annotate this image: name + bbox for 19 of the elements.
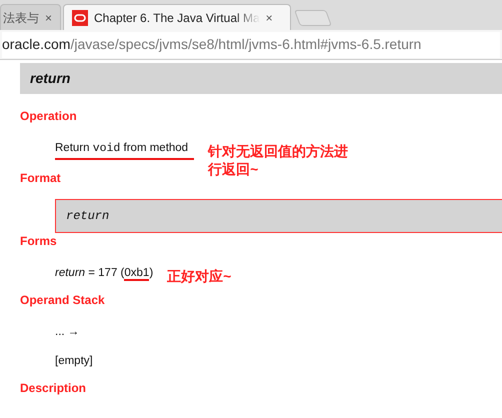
close-icon[interactable]: × (266, 8, 273, 26)
section-heading: Forms (20, 234, 58, 248)
browser-tab[interactable]: Chapter 6. The Java Virtual Ma × (63, 4, 292, 30)
annotation-note: 正好对应~ (167, 268, 232, 286)
body-text: return = 177 (0xb1) (55, 266, 154, 282)
section-heading: Description (20, 381, 88, 395)
body-text: Return void from method (55, 141, 194, 160)
body-text: ... → (55, 325, 80, 340)
address-field[interactable]: oracle.com/javase/specs/jvms/se8/html/jvms-6.html#jvms-6.5.return (2, 32, 500, 58)
new-tab-button[interactable] (294, 10, 332, 26)
section-heading: Operation (20, 109, 78, 123)
format-text: return (66, 208, 110, 225)
browser-tab[interactable]: 法表与 × (0, 4, 62, 30)
page-title: return (30, 69, 70, 88)
section-heading: Format (20, 171, 62, 185)
close-icon[interactable]: × (45, 8, 52, 26)
annotation-note: 针对无返回值的方法进行返回~ (208, 143, 350, 178)
body-text: [empty] (55, 354, 93, 369)
section-heading: Operand Stack (20, 293, 106, 307)
